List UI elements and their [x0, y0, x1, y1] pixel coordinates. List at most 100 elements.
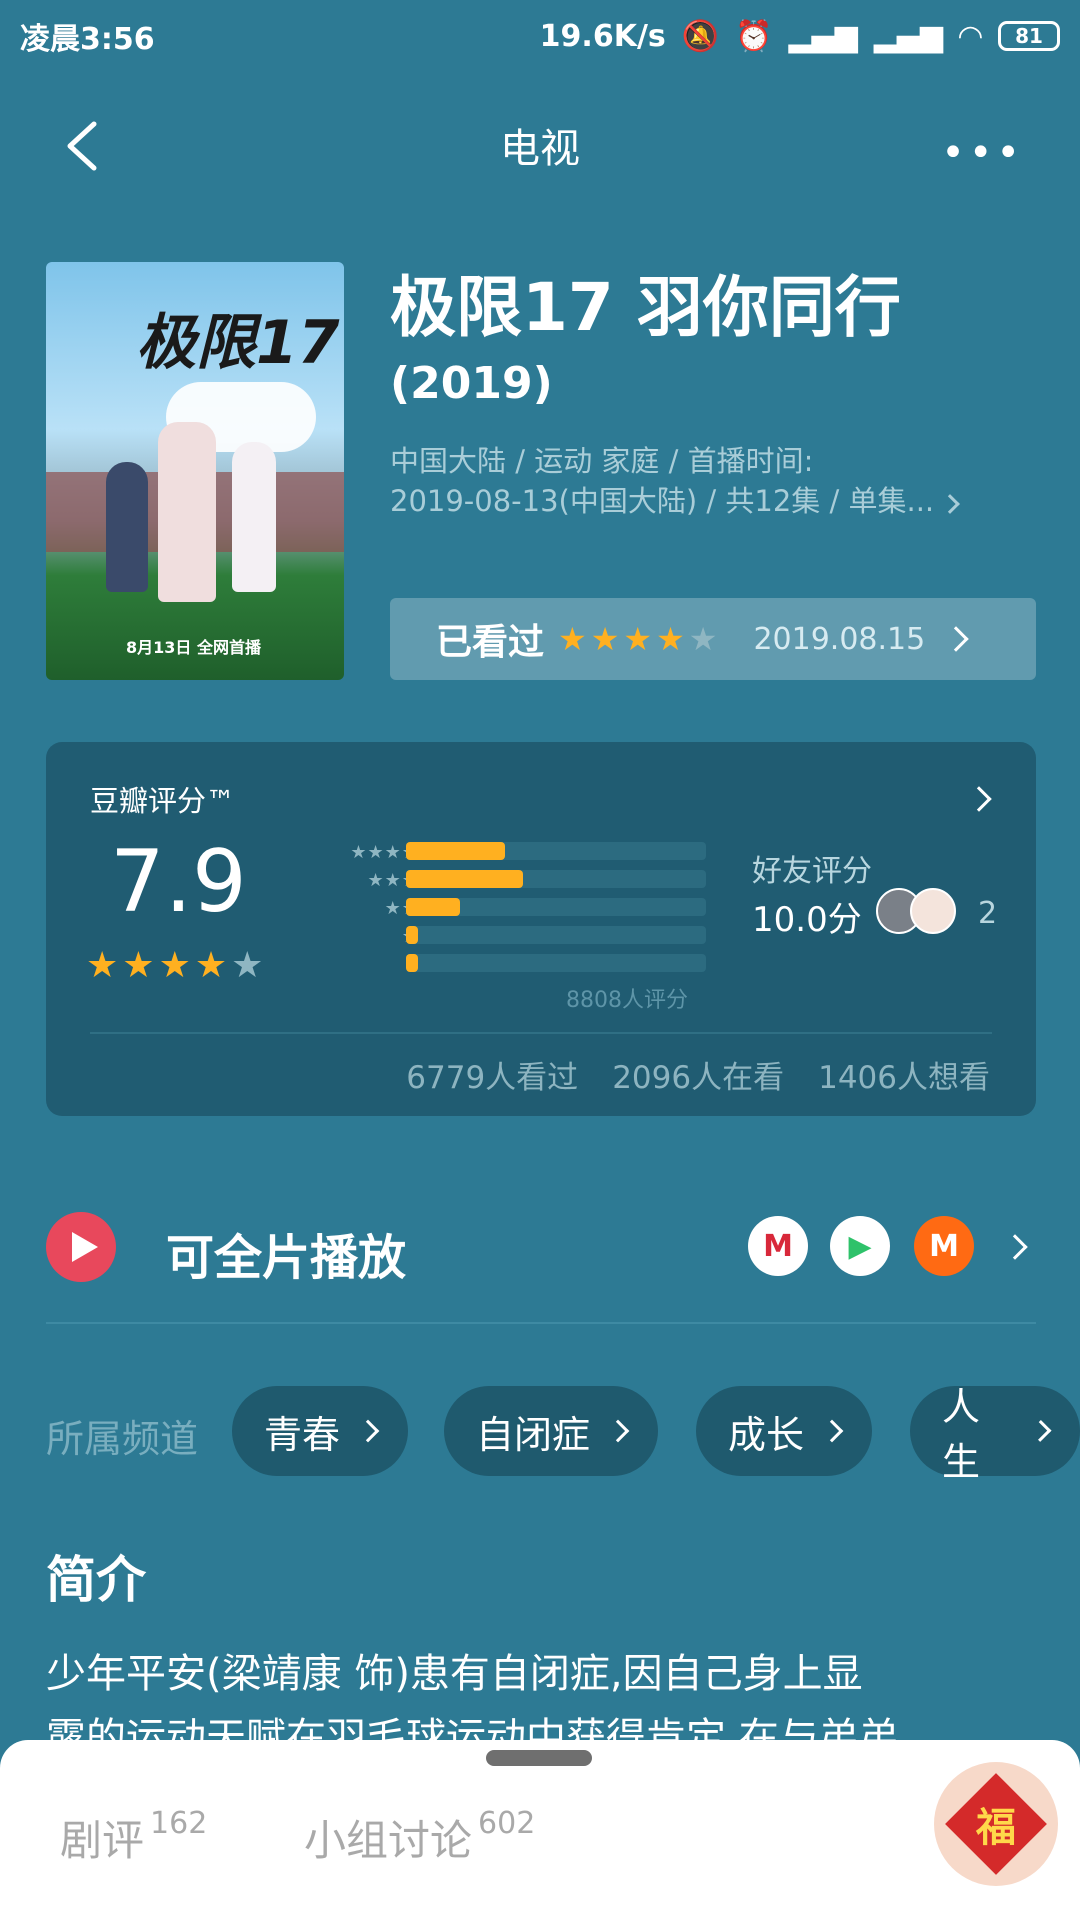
- status-bar: 凌晨3:56 19.6K/s 🔕 ⏰ ▂▄▆ ▂▄▆ ◠ 81: [0, 0, 1080, 72]
- nav-bar: 电视 •••: [0, 100, 1080, 190]
- star-filled-icon: ★: [623, 620, 653, 658]
- movie-title: 极限17 羽你同行: [390, 269, 901, 346]
- page-title: 电视: [500, 126, 580, 172]
- want-count[interactable]: 1406人想看: [818, 1052, 990, 1097]
- channel-tag-label: 人生: [942, 1385, 981, 1484]
- status-time: 凌晨3:56: [20, 22, 155, 57]
- alarm-icon: ⏰: [735, 18, 773, 54]
- mute-icon: 🔕: [681, 18, 720, 54]
- friend-avatars[interactable]: [876, 888, 956, 934]
- signal-2-icon: ▂▄▆: [873, 18, 943, 54]
- distribution-bar-fill: [406, 898, 460, 916]
- divider: [46, 1322, 1036, 1324]
- fu-diamond: 福: [945, 1773, 1047, 1875]
- channel-tag[interactable]: 成长: [696, 1386, 873, 1476]
- tab-group-discussion[interactable]: 小组讨论 602: [304, 1806, 535, 1868]
- raters-count: 8808人评分: [566, 988, 688, 1013]
- tab-group-count: 602: [478, 1806, 536, 1841]
- avatar: [910, 888, 956, 934]
- star-filled-icon: ★: [122, 945, 155, 986]
- distribution-bar-track: [406, 870, 706, 888]
- intro-line-1: 少年平安(梁靖康 饰)患有自闭症,因自己身上显: [46, 1651, 863, 1697]
- star-filled-icon: ★: [558, 620, 587, 658]
- platform-logo-icon[interactable]: M: [914, 1216, 974, 1276]
- distribution-bar-track: [406, 954, 706, 972]
- watched-count[interactable]: 6779人看过: [406, 1052, 578, 1097]
- intro-title: 简介: [46, 1551, 146, 1609]
- back-icon[interactable]: [56, 116, 116, 176]
- chevron-right-icon: [606, 1419, 630, 1443]
- distribution-bar-fill: [406, 870, 523, 888]
- channel-tag[interactable]: 自闭症: [444, 1386, 659, 1476]
- star-filled-icon: ★: [158, 945, 191, 986]
- bottom-sheet: 剧评 162 小组讨论 602 福: [0, 1740, 1080, 1920]
- friend-rating-score: 10.0分: [752, 900, 862, 940]
- play-label: 可全片播放: [166, 1230, 407, 1286]
- more-icon[interactable]: •••: [941, 130, 1024, 176]
- chevron-right-icon: [356, 1419, 380, 1443]
- card-divider: [90, 1032, 992, 1034]
- fu-badge[interactable]: 福: [934, 1762, 1058, 1886]
- play-row[interactable]: 可全片播放 M ▶ M: [46, 1212, 1036, 1286]
- platform-logo-icon[interactable]: ▶: [830, 1216, 890, 1276]
- star-filled-icon: ★: [194, 945, 228, 986]
- watched-label: 已看过: [436, 622, 545, 663]
- meta-line-2: 2019-08-13(中国大陆) / 共12集 / 单集...: [390, 481, 1040, 521]
- movie-year: (2019): [390, 358, 553, 409]
- status-right: 19.6K/s 🔕 ⏰ ▂▄▆ ▂▄▆ ◠ 81: [540, 19, 1060, 54]
- poster-caption: 8月13日 全网首播: [126, 638, 261, 657]
- watched-button[interactable]: 已看过 ★ ★ ★ ★ ★ 2019.08.15: [390, 598, 1036, 680]
- net-speed: 19.6K/s: [539, 18, 666, 54]
- friend-count: 2: [978, 896, 998, 931]
- poster-title: 极限17: [136, 308, 340, 378]
- channel-tag-label: 成长: [728, 1412, 805, 1457]
- distribution-bar-fill: [406, 842, 505, 860]
- rating-chevron-icon: [966, 786, 992, 812]
- drag-handle[interactable]: [486, 1750, 592, 1766]
- fu-text: 福: [976, 1805, 1016, 1851]
- star-filled-icon: ★: [656, 620, 685, 658]
- poster-person: [106, 462, 148, 592]
- meta-line-1: 中国大陆 / 运动 家庭 / 首播时间:: [390, 444, 814, 478]
- distribution-bar-track: [406, 926, 706, 944]
- movie-meta[interactable]: 中国大陆 / 运动 家庭 / 首播时间: 2019-08-13(中国大陆) / …: [390, 441, 1040, 521]
- distribution-bar-fill: [406, 926, 418, 944]
- channel-tag-label: 自闭症: [476, 1412, 591, 1457]
- tab-group-label: 小组讨论: [304, 1816, 473, 1865]
- channel-label: 所属频道: [46, 1417, 199, 1461]
- meta-chevron-icon: [940, 494, 961, 514]
- distribution-bar-track: [406, 898, 706, 916]
- star-filled-icon: ★: [86, 945, 119, 986]
- wifi-icon: ◠: [958, 18, 982, 54]
- chevron-right-icon: [1029, 1419, 1052, 1443]
- distribution-bar-track: [406, 842, 706, 860]
- signal-icon: ▂▄▆: [788, 18, 858, 54]
- chevron-right-icon: [820, 1419, 844, 1443]
- star-empty-icon: ★: [231, 945, 264, 986]
- tab-reviews-count: 162: [150, 1806, 208, 1841]
- poster-image[interactable]: 极限17 8月13日 全网首播: [46, 262, 344, 680]
- rating-stars: ★ ★ ★ ★ ★: [86, 945, 264, 986]
- play-chevron-icon: [1002, 1234, 1028, 1260]
- battery-icon: 81: [998, 21, 1060, 51]
- friend-rating-label: 好友评分: [752, 854, 872, 889]
- poster-person: [158, 422, 216, 602]
- watching-count[interactable]: 2096人在看: [612, 1052, 784, 1097]
- poster-person: [232, 442, 276, 592]
- watched-chevron-icon: [943, 626, 969, 652]
- audience-counts: 6779人看过 2096人在看 1406人想看: [406, 1052, 990, 1097]
- rating-card[interactable]: 豆瓣评分™ 7.9 ★★★★★ ★★★★★★★★★★★★★★★ 8808人评分 …: [46, 742, 1036, 1116]
- rating-score: 7.9: [110, 832, 247, 932]
- channel-tag[interactable]: 青春: [232, 1386, 409, 1476]
- star-empty-icon: ★: [688, 620, 718, 658]
- user-rating-stars: ★ ★ ★ ★ ★: [558, 623, 717, 655]
- movie-info: 极限17 羽你同行 (2019) 中国大陆 / 运动 家庭 / 首播时间: 20…: [390, 266, 1040, 521]
- rating-label: 豆瓣评分™: [90, 784, 236, 818]
- star-filled-icon: ★: [590, 620, 620, 658]
- platform-logo-icon[interactable]: M: [748, 1216, 808, 1276]
- channel-tag[interactable]: 人生: [910, 1385, 1080, 1484]
- distribution-bar-fill: [406, 954, 418, 972]
- tab-reviews[interactable]: 剧评 162: [60, 1806, 207, 1868]
- distribution-bars: [406, 842, 706, 982]
- channel-tag-label: 青春: [264, 1412, 341, 1457]
